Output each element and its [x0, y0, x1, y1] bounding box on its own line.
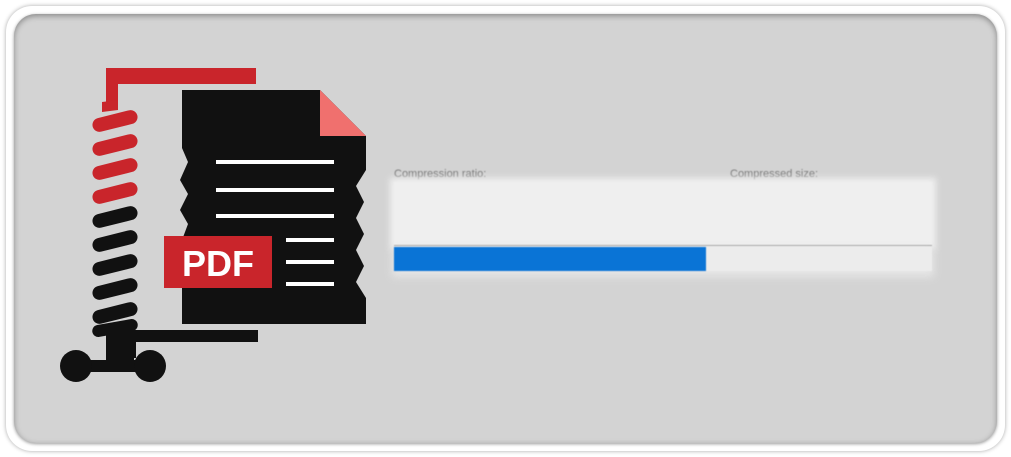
compressed-size-label: Compressed size:	[730, 168, 819, 180]
divider	[394, 245, 932, 246]
document-corner	[320, 90, 366, 136]
compression-ratio-label: Compression ratio:	[394, 168, 487, 180]
progress-fill	[394, 247, 707, 271]
spring-icon	[92, 100, 138, 337]
compression-info-box	[394, 182, 932, 246]
pdf-badge-label: PDF	[182, 243, 254, 284]
clamp-base-right-wheel	[134, 350, 166, 382]
compression-progress-bar	[394, 247, 932, 271]
pdf-compress-icon: PDF	[60, 68, 366, 382]
clamp-base-left-wheel	[60, 350, 92, 382]
